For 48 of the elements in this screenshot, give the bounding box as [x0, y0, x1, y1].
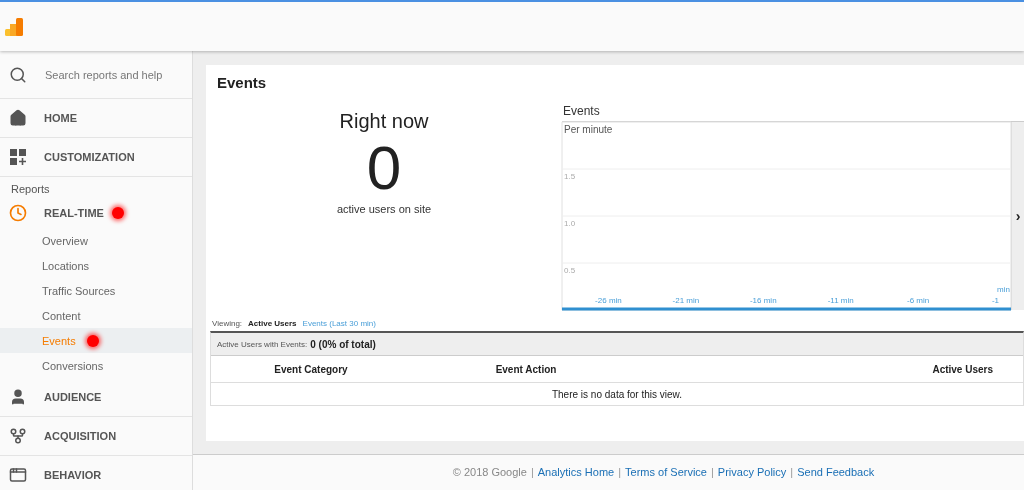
nav-subitem[interactable]: Traffic Sources: [0, 278, 192, 303]
summary-value: 0 (0% of total): [310, 338, 376, 350]
y-tick-label: 1.5: [564, 172, 576, 181]
x-tick-label: -6 min: [907, 296, 930, 305]
viewing-label: Viewing:: [212, 319, 243, 328]
view-tab[interactable]: Events (Last 30 min): [302, 319, 376, 328]
column-header: Active Users: [931, 363, 994, 375]
footer-link[interactable]: Privacy Policy: [717, 466, 787, 490]
section-label: Reports: [10, 182, 51, 197]
nav-item[interactable]: ACQUISITION: [0, 417, 192, 456]
page-title: Events: [216, 73, 268, 93]
x-tick-label: -26 min: [595, 296, 622, 305]
nav-subitem[interactable]: Conversions: [0, 353, 192, 378]
right-now-title: Right now: [339, 110, 429, 133]
footer-link[interactable]: Send Feedback: [797, 466, 875, 490]
y-tick-label: 1.0: [564, 219, 576, 228]
nav-item[interactable]: REAL-TIME: [0, 198, 192, 228]
nav-item[interactable]: AUDIENCE: [0, 378, 192, 417]
view-tab[interactable]: Active Users: [248, 319, 297, 328]
nav-item[interactable]: HOME: [0, 99, 192, 138]
column-header: Event Category: [273, 363, 349, 375]
summary-label: Active Users with Events:: [217, 339, 308, 349]
x-tick-label: -16 min: [749, 296, 777, 305]
search-icon: [9, 65, 27, 84]
nav-subitem[interactable]: Overview: [0, 228, 192, 253]
active-users-caption: active users on site: [336, 203, 432, 215]
x-tick-label: -21 min: [672, 296, 700, 305]
nav-subitem[interactable]: Locations: [0, 253, 192, 278]
nav-item[interactable]: CUSTOMIZATION: [0, 138, 192, 177]
y-tick-label: 0.5: [564, 266, 576, 275]
separator: |: [711, 466, 714, 480]
nav-subitem[interactable]: Content: [0, 303, 192, 328]
search-field[interactable]: Search reports and help: [43, 67, 187, 82]
logo-icon: [5, 17, 23, 36]
empty-message: There is no data for this view.: [550, 387, 684, 402]
active-users-count: 0: [366, 133, 402, 203]
separator: |: [530, 466, 534, 480]
separator: |: [618, 466, 622, 480]
footer-link[interactable]: Terms of Service: [625, 466, 707, 490]
y-axis-label: Per minute: [564, 124, 613, 135]
separator: |: [790, 466, 794, 480]
column-header: Event Action: [494, 363, 558, 375]
footer-link[interactable]: Analytics Home: [537, 466, 615, 490]
x-tick-label: -1: [991, 296, 1000, 305]
x-unit-label: min: [997, 285, 1010, 294]
copyright-text: © 2018 Google: [452, 466, 527, 480]
x-tick-label: -11 min: [827, 296, 854, 305]
nav-item[interactable]: BEHAVIOR: [0, 456, 192, 490]
